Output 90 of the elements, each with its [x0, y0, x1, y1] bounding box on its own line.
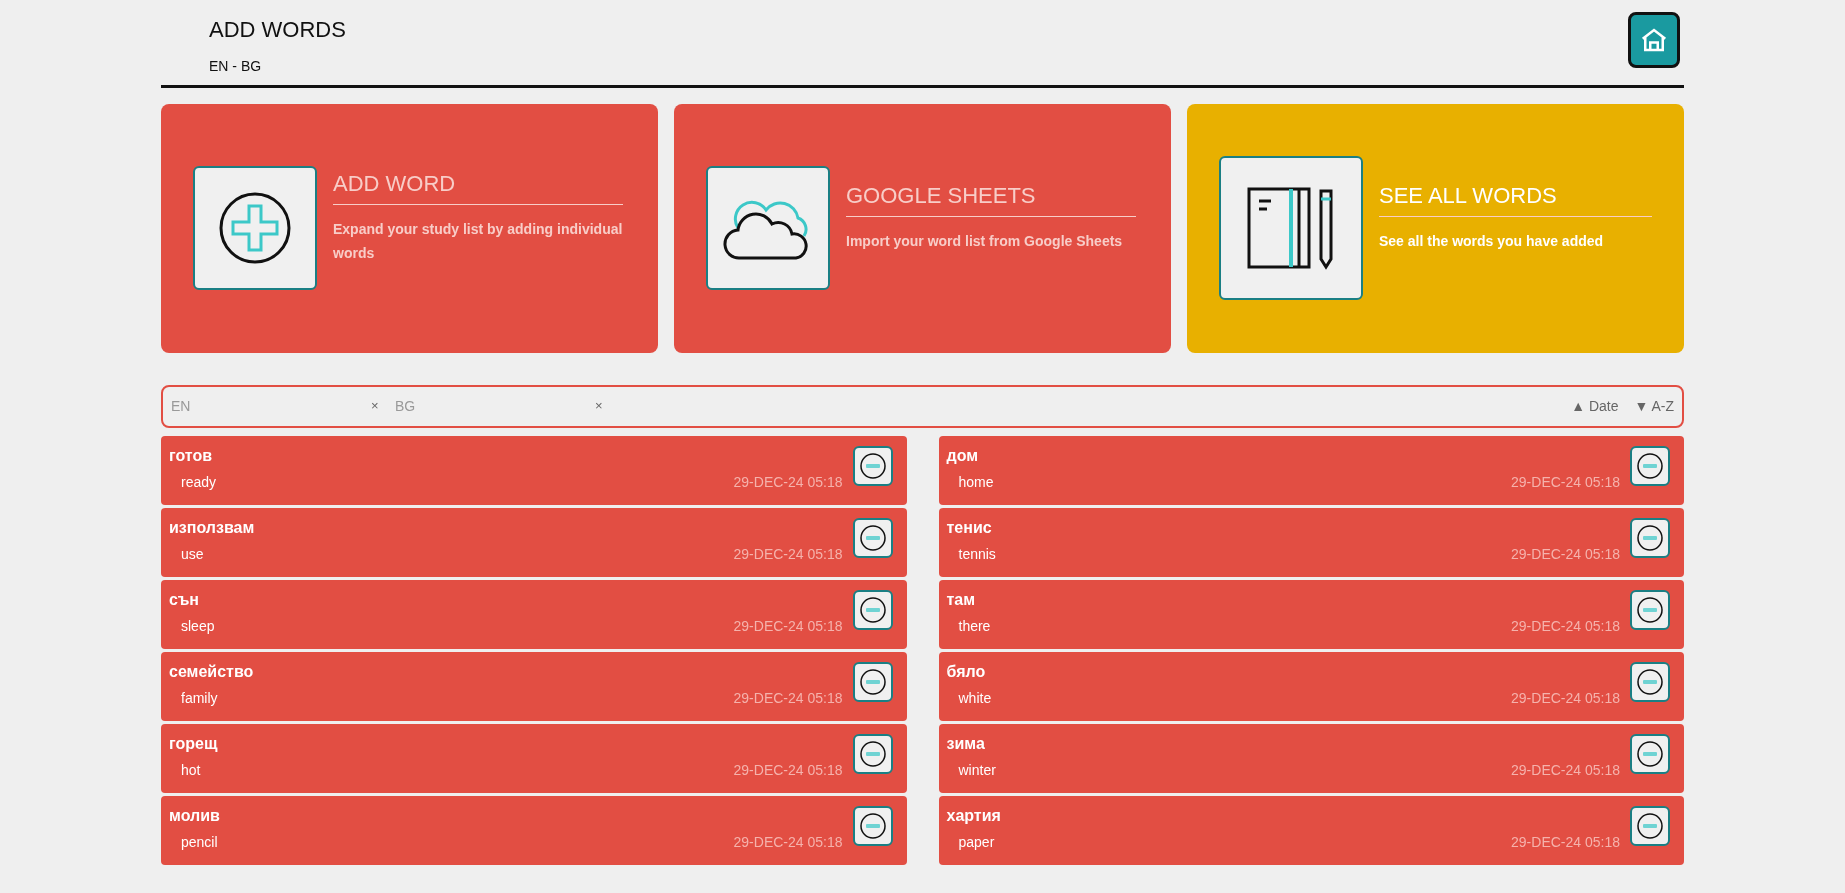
word-text: готов	[169, 445, 214, 466]
date-text: 29-DEC-24 05:18	[1511, 832, 1620, 852]
date-text: 29-DEC-24 05:18	[1511, 760, 1620, 780]
sort-button[interactable]: ▼ A-Z	[1634, 395, 1674, 417]
word-row[interactable]: готов ready 29-DEC-24 05:18	[161, 435, 907, 505]
remove-button[interactable]	[852, 805, 893, 846]
word-text: молив	[169, 805, 221, 826]
word-text: сън	[169, 589, 200, 610]
word-text: зима	[946, 733, 986, 754]
word-text: бяло	[946, 661, 987, 682]
filter-field[interactable]: EN	[171, 395, 371, 417]
card-title: SEE ALL WORDS	[1379, 179, 1652, 217]
minus-circle-icon	[858, 667, 887, 696]
word-text: използвам	[169, 517, 256, 538]
date-text: 29-DEC-24 05:18	[733, 832, 843, 852]
word-row[interactable]: използвам use 29-DEC-24 05:18	[161, 507, 907, 577]
word-row[interactable]: тенис tennis 29-DEC-24 05:18	[938, 507, 1684, 577]
date-text: 29-DEC-24 05:18	[1511, 688, 1620, 708]
remove-button[interactable]	[1630, 733, 1670, 774]
minus-circle-icon	[858, 811, 887, 840]
minus-circle-icon	[858, 739, 887, 768]
minus-circle-icon	[1636, 811, 1664, 840]
word-row[interactable]: хартия paper 29-DEC-24 05:18	[938, 795, 1684, 865]
card-description: See all the words you have added	[1379, 232, 1605, 251]
remove-button[interactable]	[852, 445, 893, 486]
word-text: хартия	[946, 805, 1002, 826]
remove-button[interactable]	[1630, 445, 1670, 486]
translation-text: pencil	[180, 832, 218, 852]
word-text: семейство	[169, 661, 255, 682]
minus-circle-icon	[858, 595, 887, 624]
word-text: горещ	[169, 733, 219, 754]
word-row[interactable]: молив pencil 29-DEC-24 05:18	[161, 795, 907, 865]
home-button[interactable]	[1628, 12, 1680, 68]
minus-circle-icon	[858, 523, 887, 552]
word-row[interactable]: бяло white 29-DEC-24 05:18	[938, 651, 1684, 721]
remove-button[interactable]	[852, 517, 893, 558]
date-text: 29-DEC-24 05:18	[733, 616, 843, 636]
minus-circle-icon	[1636, 595, 1664, 624]
card-description: Import your word list from Google Sheets	[846, 232, 1124, 251]
action-card[interactable]: ADD WORD Expand your study list by adding individual words	[161, 103, 658, 353]
translation-text: winter	[957, 760, 996, 780]
clear-button[interactable]: ×	[595, 396, 603, 416]
remove-button[interactable]	[852, 733, 893, 774]
remove-button[interactable]	[852, 589, 893, 630]
card-description: Expand your study list by adding individual words	[333, 220, 623, 263]
date-text: 29-DEC-24 05:18	[1511, 616, 1620, 636]
date-text: 29-DEC-24 05:18	[1511, 544, 1620, 564]
word-row[interactable]: сън sleep 29-DEC-24 05:18	[161, 579, 907, 649]
remove-button[interactable]	[1630, 517, 1670, 558]
card-title: ADD WORD	[333, 167, 623, 205]
clear-button[interactable]: ×	[371, 396, 379, 416]
filter-field[interactable]: BG	[395, 395, 595, 417]
sort-button[interactable]: ▲ Date	[1571, 395, 1619, 417]
translation-text: home	[957, 472, 994, 492]
date-text: 29-DEC-24 05:18	[1511, 472, 1620, 492]
word-text: там	[946, 589, 977, 610]
translation-text: family	[180, 688, 218, 708]
translation-text: sleep	[180, 616, 215, 636]
date-text: 29-DEC-24 05:18	[733, 688, 843, 708]
minus-circle-icon	[1636, 451, 1664, 480]
translation-text: there	[957, 616, 991, 636]
translation-text: paper	[957, 832, 995, 852]
action-card[interactable]: SEE ALL WORDS See all the words you have added	[1187, 103, 1684, 353]
minus-circle-icon	[858, 451, 887, 480]
date-text: 29-DEC-24 05:18	[733, 760, 843, 780]
word-row[interactable]: семейство family 29-DEC-24 05:18	[161, 651, 907, 721]
language-pair: EN - BG	[209, 56, 263, 76]
remove-button[interactable]	[1630, 589, 1670, 630]
word-row[interactable]: дом home 29-DEC-24 05:18	[938, 435, 1684, 505]
translation-text: white	[957, 688, 992, 708]
minus-circle-icon	[1636, 523, 1664, 552]
word-text: тенис	[946, 517, 993, 538]
word-row[interactable]: зима winter 29-DEC-24 05:18	[938, 723, 1684, 793]
word-text: дом	[946, 445, 980, 466]
translation-text: hot	[180, 760, 201, 780]
word-row[interactable]: горещ hot 29-DEC-24 05:18	[161, 723, 907, 793]
translation-text: use	[180, 544, 204, 564]
remove-button[interactable]	[1630, 661, 1670, 702]
translation-text: tennis	[957, 544, 996, 564]
date-text: 29-DEC-24 05:18	[733, 544, 843, 564]
action-card[interactable]: GOOGLE SHEETS Import your word list from Google Sheets	[674, 103, 1171, 353]
card-title: GOOGLE SHEETS	[846, 179, 1136, 217]
translation-text: ready	[180, 472, 217, 492]
date-text: 29-DEC-24 05:18	[733, 472, 843, 492]
page-title: ADD WORDS	[209, 16, 346, 44]
remove-button[interactable]	[852, 661, 893, 702]
minus-circle-icon	[1636, 739, 1664, 768]
remove-button[interactable]	[1630, 805, 1670, 846]
word-row[interactable]: там there 29-DEC-24 05:18	[938, 579, 1684, 649]
minus-circle-icon	[1636, 667, 1664, 696]
